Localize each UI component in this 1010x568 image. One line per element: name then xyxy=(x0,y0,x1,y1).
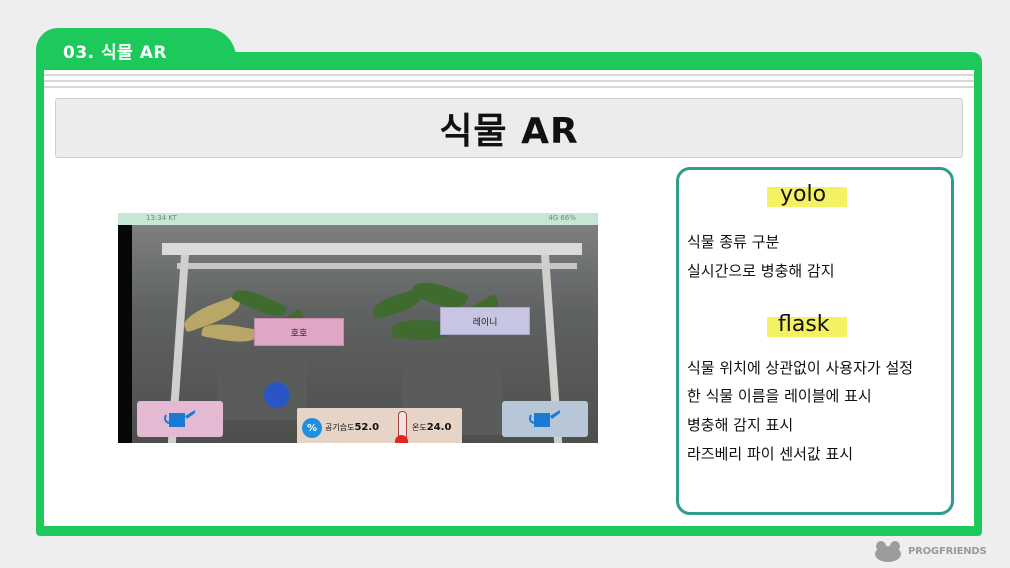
status-signal: 4G 66% xyxy=(548,214,576,222)
flask-heading: flask xyxy=(778,312,830,337)
flask-line: 라즈베리 파이 센서값 표시 xyxy=(687,445,854,463)
temp-reading: 온도24.0 xyxy=(412,422,451,433)
divider-line xyxy=(44,86,974,88)
flask-line: 병충해 감지 표시 xyxy=(687,416,794,434)
plant-label-right-text: 레이니 xyxy=(472,317,498,328)
plant-label-right[interactable]: 레이니 xyxy=(440,307,530,335)
shelf-beam xyxy=(177,263,577,269)
humidity-label: 공기습도 xyxy=(325,423,355,432)
section-tab-label: 03. 식물 AR xyxy=(63,43,167,63)
yolo-heading: yolo xyxy=(780,182,827,207)
camera-feed: 호호 레이니 % 공기습도52.0 온도24.0 xyxy=(132,225,598,443)
slide-title: 식물 AR xyxy=(439,111,579,152)
status-time: 13:34 KT xyxy=(146,214,177,222)
humidity-value: 52.0 xyxy=(354,422,380,433)
humidity-reading: 공기습도52.0 xyxy=(325,422,379,433)
thermometer-bulb xyxy=(395,435,408,443)
yolo-line: 실시간으로 병충해 감지 xyxy=(687,262,835,280)
divider-line xyxy=(44,80,974,82)
water-button-left[interactable] xyxy=(137,401,223,437)
humidity-icon: % xyxy=(302,418,322,438)
brand-name: PROGFRIENDS xyxy=(908,546,987,557)
letterbox-edge xyxy=(118,225,132,443)
app-screenshot: 13:34 KT 4G 66% 호호 레이니 % 공기습도52.0 온도24.0 xyxy=(118,213,598,443)
flask-line: 한 식물 이름을 레이블에 표시 xyxy=(687,387,872,405)
temp-value: 24.0 xyxy=(426,422,452,433)
plant-pot-left xyxy=(217,350,307,420)
frog-logo-icon xyxy=(875,541,901,562)
yolo-line: 식물 종류 구분 xyxy=(687,233,780,251)
plant-leaf xyxy=(201,320,258,346)
plant-label-left-text: 호호 xyxy=(290,328,308,339)
shelf-top xyxy=(162,243,582,255)
watering-can-icon xyxy=(164,410,195,427)
phone-status-bar: 13:34 KT 4G 66% xyxy=(118,213,598,225)
water-button-right[interactable] xyxy=(502,401,588,437)
divider-line xyxy=(44,74,974,76)
temp-label: 온도 xyxy=(412,423,427,432)
watering-can-icon xyxy=(529,410,560,427)
flask-line: 식물 위치에 상관없이 사용자가 설정 xyxy=(687,359,914,377)
title-bar: 식물 AR xyxy=(55,98,963,158)
plant-label-left[interactable]: 호호 xyxy=(254,318,344,346)
mascot-icon xyxy=(264,382,290,408)
plant-leaf xyxy=(231,284,288,322)
